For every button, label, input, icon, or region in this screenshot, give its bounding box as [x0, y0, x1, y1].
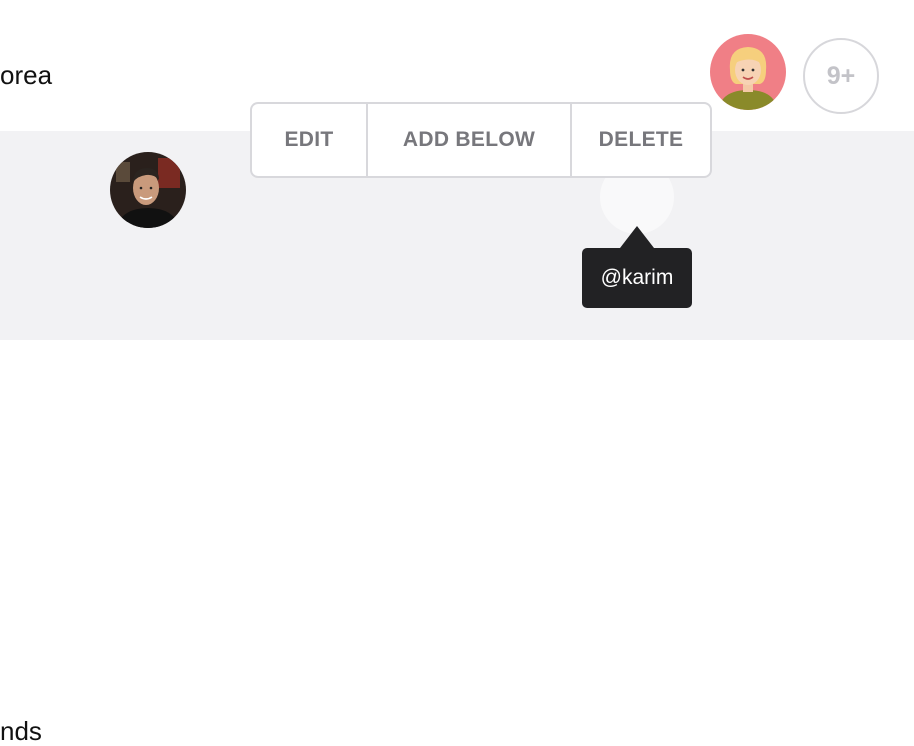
collaborator-avatar-man[interactable] — [110, 152, 186, 228]
delete-button[interactable]: DELETE — [570, 104, 710, 176]
list-row-bottom[interactable]: nds — [0, 340, 914, 744]
tooltip-arrow — [620, 226, 654, 248]
man-avatar-icon — [110, 152, 186, 228]
collaborator-avatar-woman[interactable] — [710, 34, 786, 110]
woman-avatar-icon — [710, 34, 786, 110]
edit-button[interactable]: EDIT — [252, 104, 366, 176]
more-collaborators-badge[interactable]: 9+ — [803, 38, 879, 114]
username-tooltip: @karim — [582, 248, 692, 308]
row-action-toolbar: EDIT ADD BELOW DELETE — [250, 102, 712, 178]
row-label: nds — [0, 716, 42, 746]
add-below-button[interactable]: ADD BELOW — [366, 104, 570, 176]
row-label: orea — [0, 60, 53, 90]
